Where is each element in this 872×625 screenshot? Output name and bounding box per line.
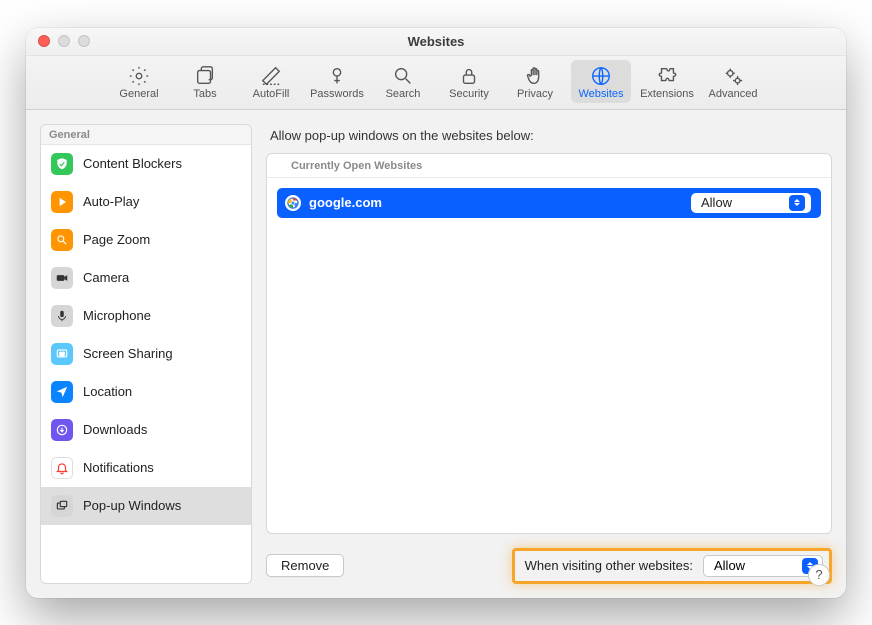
- help-button[interactable]: ?: [808, 564, 830, 586]
- tab-passwords[interactable]: Passwords: [307, 60, 367, 103]
- remove-button[interactable]: Remove: [266, 554, 344, 577]
- tab-label: Passwords: [310, 88, 364, 100]
- gear-icon: [128, 64, 150, 88]
- detail-panel: Allow pop-up windows on the websites bel…: [266, 124, 832, 584]
- shield-check-icon: [51, 153, 73, 175]
- hand-icon: [524, 64, 546, 88]
- tab-label: Privacy: [517, 88, 553, 100]
- tab-extensions[interactable]: Extensions: [637, 60, 697, 103]
- help-label: ?: [815, 567, 822, 582]
- globe-icon: [590, 64, 612, 88]
- window-title: Websites: [26, 34, 846, 49]
- tab-label: Search: [386, 88, 421, 100]
- popup-icon: [51, 495, 73, 517]
- sidebar-item-label: Notifications: [83, 460, 154, 475]
- select-value: Allow: [701, 195, 732, 210]
- tab-label: Extensions: [640, 88, 694, 100]
- sidebar-item-label: Camera: [83, 270, 129, 285]
- preferences-toolbar: General Tabs AutoFill Passwords Search: [26, 56, 846, 110]
- tab-websites[interactable]: Websites: [571, 60, 631, 103]
- sidebar-item-page-zoom[interactable]: Page Zoom: [41, 221, 251, 259]
- sidebar-item-label: Microphone: [83, 308, 151, 323]
- sidebar-item-location[interactable]: Location: [41, 373, 251, 411]
- sidebar-item-label: Auto-Play: [83, 194, 139, 209]
- tab-privacy[interactable]: Privacy: [505, 60, 565, 103]
- sidebar-item-microphone[interactable]: Microphone: [41, 297, 251, 335]
- tab-label: Advanced: [709, 88, 758, 100]
- website-list: Currently Open Websites google.com Allow: [266, 153, 832, 534]
- download-icon: [51, 419, 73, 441]
- sidebar-item-label: Pop-up Windows: [83, 498, 181, 513]
- website-row[interactable]: google.com Allow: [277, 188, 821, 218]
- tab-autofill[interactable]: AutoFill: [241, 60, 301, 103]
- tab-security[interactable]: Security: [439, 60, 499, 103]
- website-permission-select[interactable]: Allow: [691, 193, 811, 213]
- favicon-icon: [285, 195, 301, 211]
- lock-icon: [458, 64, 480, 88]
- sidebar-item-label: Content Blockers: [83, 156, 182, 171]
- titlebar: Websites: [26, 28, 846, 56]
- website-group-header: Currently Open Websites: [267, 154, 831, 178]
- tab-advanced[interactable]: Advanced: [703, 60, 763, 103]
- website-domain: google.com: [309, 195, 382, 210]
- sidebar-item-label: Location: [83, 384, 132, 399]
- sidebar-item-camera[interactable]: Camera: [41, 259, 251, 297]
- content-area: General Content Blockers Auto-Play Page …: [26, 110, 846, 598]
- bell-icon: [51, 457, 73, 479]
- tab-label: Tabs: [193, 88, 216, 100]
- preferences-window: Websites General Tabs AutoFill Password: [26, 28, 846, 598]
- location-icon: [51, 381, 73, 403]
- camera-icon: [51, 267, 73, 289]
- sidebar-item-popup-windows[interactable]: Pop-up Windows: [41, 487, 251, 525]
- tab-label: General: [119, 88, 158, 100]
- puzzle-icon: [656, 64, 678, 88]
- key-icon: [326, 64, 348, 88]
- sidebar-item-content-blockers[interactable]: Content Blockers: [41, 145, 251, 183]
- tab-label: AutoFill: [253, 88, 290, 100]
- chevron-updown-icon: [789, 195, 805, 211]
- play-icon: [51, 191, 73, 213]
- other-websites-label: When visiting other websites:: [525, 558, 693, 573]
- other-websites-select[interactable]: Allow: [703, 555, 823, 577]
- sidebar-item-notifications[interactable]: Notifications: [41, 449, 251, 487]
- sidebar-group-header: General: [41, 125, 251, 145]
- tabs-icon: [194, 64, 216, 88]
- zoom-icon: [51, 229, 73, 251]
- pencil-icon: [260, 64, 282, 88]
- other-websites-control: When visiting other websites: Allow: [512, 548, 832, 584]
- tab-general[interactable]: General: [109, 60, 169, 103]
- search-icon: [392, 64, 414, 88]
- microphone-icon: [51, 305, 73, 327]
- tab-search[interactable]: Search: [373, 60, 433, 103]
- gears-icon: [722, 64, 744, 88]
- sidebar-item-downloads[interactable]: Downloads: [41, 411, 251, 449]
- sidebar-item-label: Page Zoom: [83, 232, 150, 247]
- tab-tabs[interactable]: Tabs: [175, 60, 235, 103]
- sidebar-item-screen-sharing[interactable]: Screen Sharing: [41, 335, 251, 373]
- panel-heading: Allow pop-up windows on the websites bel…: [270, 128, 828, 143]
- sidebar-item-auto-play[interactable]: Auto-Play: [41, 183, 251, 221]
- tab-label: Security: [449, 88, 489, 100]
- tab-label: Websites: [578, 88, 623, 100]
- select-value: Allow: [714, 558, 745, 573]
- bottom-controls: Remove When visiting other websites: All…: [266, 548, 832, 584]
- sidebar-item-label: Downloads: [83, 422, 147, 437]
- screen-icon: [51, 343, 73, 365]
- settings-sidebar: General Content Blockers Auto-Play Page …: [40, 124, 252, 584]
- sidebar-item-label: Screen Sharing: [83, 346, 173, 361]
